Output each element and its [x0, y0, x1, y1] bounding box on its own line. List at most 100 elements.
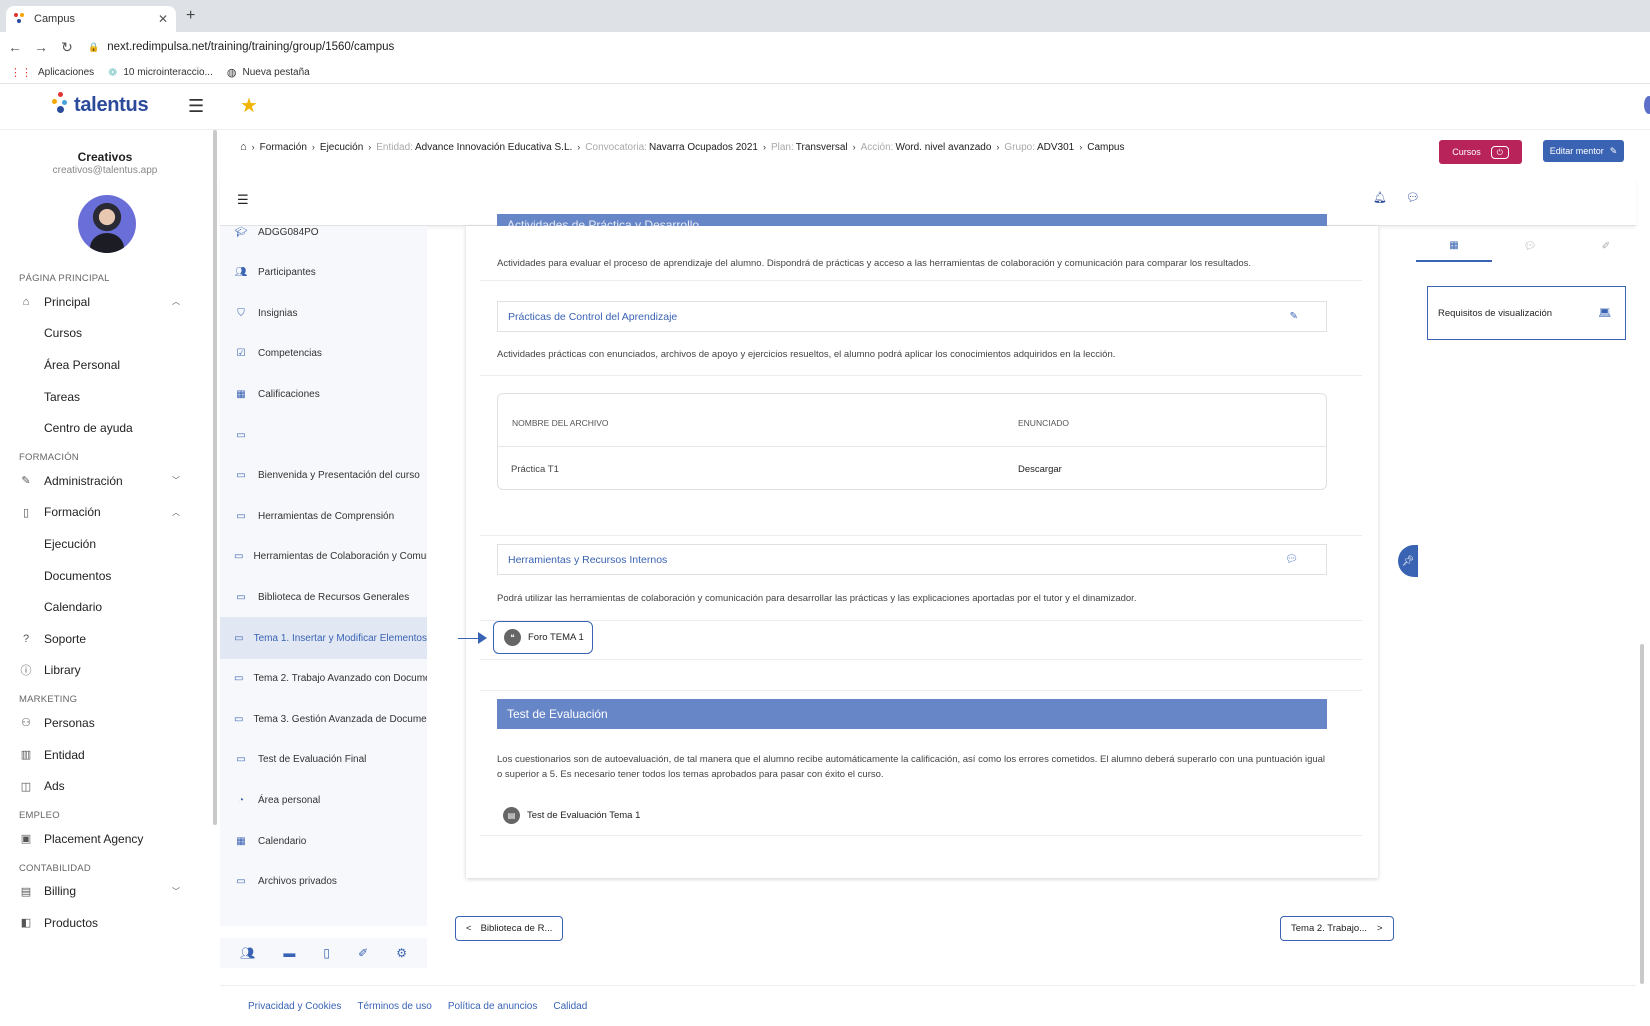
- previous-section-button[interactable]: < Biblioteca de R...: [455, 916, 564, 941]
- users-icon[interactable]: 👥︎: [240, 946, 255, 960]
- pencil-icon[interactable]: ✎: [1290, 311, 1298, 322]
- dashboard-icon: ◔: [237, 794, 245, 806]
- library-icon: ⓘ: [20, 665, 32, 678]
- sidebar-item-tareas[interactable]: Tareas: [0, 381, 210, 413]
- course-index-item[interactable]: ▦ Calificaciones: [220, 373, 427, 415]
- tab-chat[interactable]: 💬︎: [1492, 230, 1568, 262]
- user-menu-avatar[interactable]: [1644, 96, 1650, 114]
- brush-icon[interactable]: ✐: [358, 946, 368, 960]
- test-tema1-item[interactable]: ▤ Test de Evaluación Tema 1: [503, 807, 640, 824]
- tab-brush[interactable]: ✐: [1568, 230, 1644, 262]
- chevron-down-icon[interactable]: ﹀: [172, 475, 180, 486]
- course-index-item[interactable]: ☑ Competencias: [220, 333, 427, 375]
- browser-tab[interactable]: Campus ✕: [6, 6, 176, 32]
- user-avatar[interactable]: [78, 195, 136, 253]
- sidebar-item-documentos[interactable]: Documentos: [0, 560, 210, 592]
- new-tab-icon[interactable]: +: [186, 7, 195, 25]
- chevron-down-icon[interactable]: ﹀: [172, 886, 180, 897]
- user-name: Creativos: [77, 150, 133, 164]
- sidebar-item-ads[interactable]: ◫ Ads: [0, 770, 210, 802]
- breadcrumb-item[interactable]: Grupo: ADV301: [1004, 142, 1074, 153]
- sidebar-item-cursos[interactable]: Cursos: [0, 318, 210, 350]
- file-icon[interactable]: ▯: [323, 946, 330, 960]
- sidebar-item-principal[interactable]: ⌂ Principal ︿: [0, 286, 210, 318]
- course-index-item[interactable]: ▭ Herramientas de Comprensión: [220, 495, 427, 537]
- logo-wordmark: talentus: [74, 93, 149, 116]
- course-index-item[interactable]: ▭ Test de Evaluación Final: [220, 739, 427, 781]
- breadcrumb-item[interactable]: Formación: [260, 142, 307, 153]
- breadcrumb-item[interactable]: Entidad: Advance Innovación Educativa S.L…: [376, 142, 572, 153]
- talentus-logo[interactable]: talentus: [52, 92, 149, 118]
- breadcrumb-item[interactable]: Convocatoria: Navarra Ocupados 2021: [585, 142, 758, 153]
- chevron-up-icon[interactable]: ︿: [172, 507, 180, 518]
- footer-link[interactable]: Política de anuncios: [448, 1001, 538, 1012]
- footer-link[interactable]: Privacidad y Cookies: [248, 1001, 341, 1012]
- course-index-item[interactable]: ▭ Herramientas de Colaboración y Comunica…: [220, 536, 427, 578]
- people-icon: ⚇: [21, 717, 31, 730]
- pin-icon[interactable]: 📌︎: [1398, 545, 1418, 577]
- course-index-item[interactable]: ▭: [220, 414, 427, 456]
- breadcrumb-item[interactable]: Plan: Transversal: [771, 142, 848, 153]
- download-link[interactable]: Descargar: [1018, 464, 1062, 475]
- tab-grid[interactable]: ▦: [1416, 230, 1492, 262]
- course-index-item[interactable]: ▭ Tema 1. Insertar y Modificar Elementos: [220, 617, 427, 659]
- home-icon[interactable]: ⌂: [240, 141, 247, 153]
- content-scrollbar[interactable]: [1640, 644, 1644, 984]
- sidebar-item-centro-de-ayuda[interactable]: Centro de ayuda: [0, 412, 210, 444]
- sidebar-item-formacion[interactable]: ▯ Formación ︿: [0, 497, 210, 529]
- breadcrumb-item[interactable]: Ejecución: [320, 142, 363, 153]
- breadcrumb-item[interactable]: Acción: Word. nivel avanzado: [861, 142, 992, 153]
- sidebar-item-ejecucion[interactable]: Ejecución: [0, 528, 210, 560]
- next-section-button[interactable]: Tema 2. Trabajo... >: [1280, 916, 1394, 941]
- course-index-item[interactable]: ▭ Biblioteca de Recursos Generales: [220, 576, 427, 618]
- chat-icon[interactable]: 💬︎: [1406, 191, 1420, 204]
- course-index-item[interactable]: ▦ Calendario: [220, 820, 427, 862]
- chevron-up-icon[interactable]: ︿: [172, 296, 180, 307]
- reload-icon[interactable]: ↻: [56, 39, 78, 56]
- course-index-item[interactable]: 🎓︎ ADGG084PO: [220, 226, 427, 253]
- editar-mentor-button[interactable]: Editar mentor ✎: [1543, 140, 1624, 162]
- logo-mark-icon: [52, 92, 72, 118]
- course-index-item[interactable]: ▭ Bienvenida y Presentación del curso: [220, 455, 427, 497]
- tools-resources-row[interactable]: Herramientas y Recursos Internos 💬︎: [497, 544, 1327, 575]
- sidebar-item-personas[interactable]: ⚇ Personas: [0, 707, 210, 739]
- sidebar-item-administracion[interactable]: ✎ Administración ﹀: [0, 465, 210, 497]
- chat-bubble-icon[interactable]: 💬︎: [1285, 554, 1298, 565]
- sidebar-item-soporte[interactable]: ? Soporte: [0, 623, 210, 655]
- bell-icon[interactable]: 🔔︎: [1373, 191, 1387, 204]
- course-index-item[interactable]: ▭ Tema 2. Trabajo Avanzado con Documentos: [220, 658, 427, 700]
- sidebar-item-library[interactable]: ⓘ Library: [0, 655, 210, 687]
- visualization-requirements-label: Requisitos de visualización: [1438, 307, 1553, 319]
- course-index-item[interactable]: ▭ Tema 3. Gestión Avanzada de Documentos: [220, 698, 427, 740]
- archive-icon[interactable]: ▬: [283, 946, 295, 960]
- forward-icon[interactable]: →: [30, 39, 52, 55]
- visualization-requirements-box[interactable]: Requisitos de visualización 💻︎: [1427, 286, 1626, 340]
- course-index-item[interactable]: ⛉ Insignias: [220, 292, 427, 334]
- course-index-toggle-icon[interactable]: ☰: [237, 192, 249, 208]
- footer-link[interactable]: Términos de uso: [357, 1001, 431, 1012]
- sidebar-item-calendario[interactable]: Calendario: [0, 591, 210, 623]
- breadcrumb-item[interactable]: Campus: [1087, 142, 1124, 153]
- sidebar-item-area-personal[interactable]: Área Personal: [0, 349, 210, 381]
- sidebar-scrollbar[interactable]: [213, 130, 217, 825]
- bookmark-microinteracciones[interactable]: ❁ 10 microinteraccio...: [108, 66, 213, 79]
- course-index-item[interactable]: 👥︎ Participantes: [220, 252, 427, 294]
- sidebar-item-entidad[interactable]: ▥ Entidad: [0, 739, 210, 771]
- back-icon[interactable]: ←: [4, 39, 26, 55]
- course-index-item[interactable]: ▭ Archivos privados: [220, 861, 427, 903]
- cogs-icon[interactable]: ⚙: [396, 946, 407, 960]
- sidebar-toggle-icon[interactable]: ☰: [188, 96, 204, 117]
- control-activity-row[interactable]: Prácticas de Control del Aprendizaje ✎: [497, 301, 1327, 332]
- course-index-item[interactable]: ◔ Área personal: [220, 779, 427, 821]
- sidebar-item-billing[interactable]: ▤ Billing ﹀: [0, 876, 210, 908]
- forum-tema1-item[interactable]: ❝ Foro TEMA 1: [493, 621, 593, 654]
- footer-link[interactable]: Calidad: [553, 1001, 587, 1012]
- sidebar-item-placement-agency[interactable]: ▣ Placement Agency: [0, 823, 210, 855]
- close-tab-icon[interactable]: ✕: [158, 12, 168, 26]
- bookmark-apps[interactable]: ⋮⋮ Aplicaciones: [10, 66, 94, 79]
- url-field[interactable]: 🔒 next.redimpulsa.net/training/training/…: [88, 36, 1640, 58]
- favorite-star-icon[interactable]: ★: [240, 93, 258, 118]
- sidebar-item-productos[interactable]: ◧ Productos: [0, 907, 210, 939]
- bookmark-nueva-pestana[interactable]: ◍ Nueva pestaña: [227, 66, 310, 79]
- cursos-button[interactable]: Cursos ⏻: [1439, 140, 1522, 164]
